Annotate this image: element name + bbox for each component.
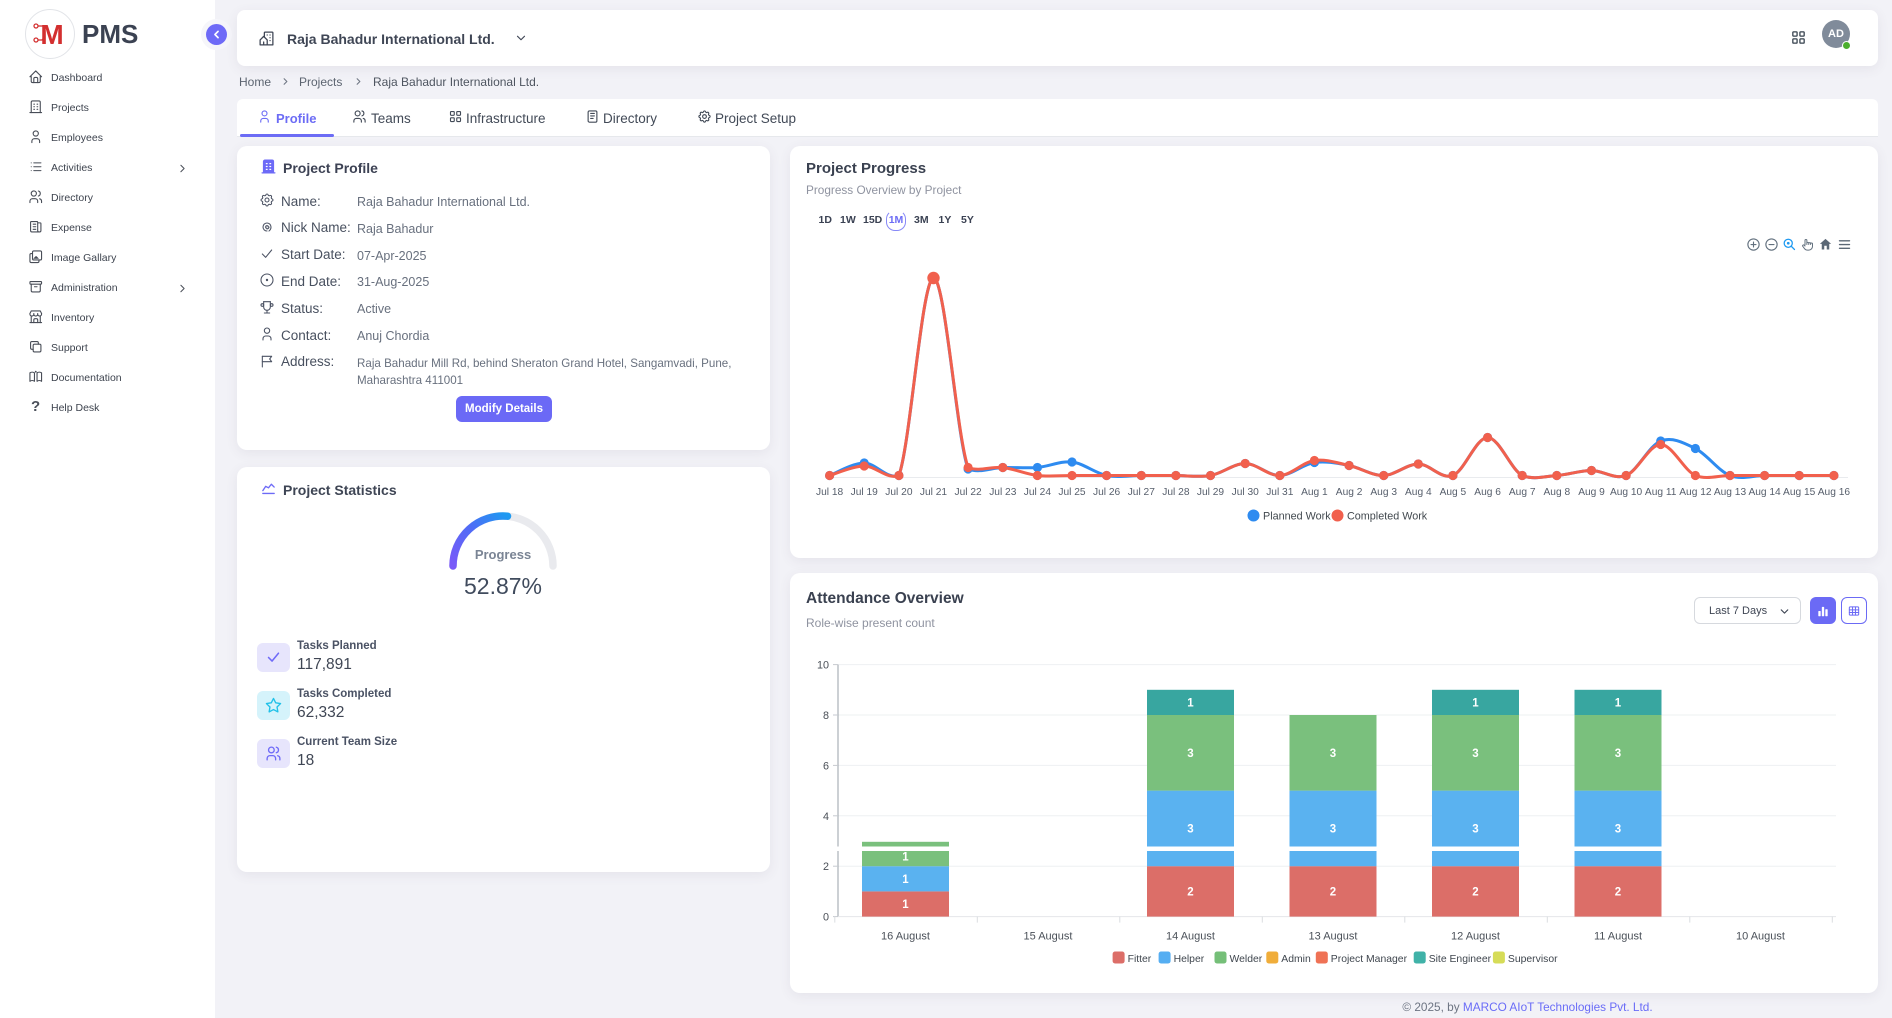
svg-text:3: 3 [1472, 823, 1478, 835]
svg-text:11 August: 11 August [1594, 931, 1642, 943]
svg-text:Aug 2: Aug 2 [1336, 487, 1363, 498]
svg-text:Supervisor: Supervisor [1508, 954, 1558, 965]
svg-text:10 August: 10 August [1736, 931, 1785, 943]
svg-text:Jul 29: Jul 29 [1197, 487, 1225, 498]
svg-text:3: 3 [1615, 748, 1621, 760]
svg-text:Helper: Helper [1174, 954, 1205, 965]
svg-text:Jul 28: Jul 28 [1162, 487, 1190, 498]
svg-text:Aug 1: Aug 1 [1301, 487, 1328, 498]
svg-text:Completed Work: Completed Work [1347, 511, 1428, 523]
svg-text:Jul 23: Jul 23 [989, 487, 1017, 498]
svg-text:Jul 22: Jul 22 [955, 487, 983, 498]
svg-text:4: 4 [823, 811, 829, 823]
svg-text:Aug 10: Aug 10 [1610, 487, 1643, 498]
svg-text:Jul 21: Jul 21 [920, 487, 948, 498]
svg-text:3: 3 [1330, 748, 1336, 760]
svg-text:12 August: 12 August [1451, 931, 1500, 943]
svg-text:6: 6 [823, 760, 829, 772]
svg-text:8: 8 [823, 710, 829, 722]
svg-text:2: 2 [1187, 886, 1193, 898]
svg-text:1: 1 [902, 852, 909, 864]
svg-text:2: 2 [823, 861, 829, 873]
svg-text:Aug 3: Aug 3 [1370, 487, 1397, 498]
svg-text:1: 1 [902, 899, 909, 911]
svg-text:Jul 30: Jul 30 [1232, 487, 1260, 498]
svg-text:3: 3 [1615, 823, 1621, 835]
svg-text:15 August: 15 August [1024, 931, 1073, 943]
svg-text:Jul 24: Jul 24 [1024, 487, 1052, 498]
svg-text:1: 1 [1187, 697, 1194, 709]
svg-text:Jul 20: Jul 20 [885, 487, 913, 498]
svg-text:16 August: 16 August [881, 931, 930, 943]
svg-text:Aug 4: Aug 4 [1405, 487, 1432, 498]
svg-text:Aug 15: Aug 15 [1783, 487, 1816, 498]
svg-text:10: 10 [817, 660, 829, 672]
svg-text:2: 2 [1330, 886, 1336, 898]
svg-text:0: 0 [823, 912, 829, 924]
svg-text:Project Manager: Project Manager [1331, 954, 1408, 965]
svg-text:Aug 13: Aug 13 [1714, 487, 1747, 498]
svg-text:Aug 12: Aug 12 [1679, 487, 1712, 498]
svg-text:M: M [40, 19, 63, 50]
svg-text:13 August: 13 August [1309, 931, 1358, 943]
svg-text:Jul 26: Jul 26 [1093, 487, 1121, 498]
svg-text:Site Engineer: Site Engineer [1429, 954, 1492, 965]
svg-text:3: 3 [1187, 823, 1193, 835]
svg-text:Jul 18: Jul 18 [816, 487, 844, 498]
svg-text:Aug 6: Aug 6 [1474, 487, 1501, 498]
svg-text:Planned Work: Planned Work [1263, 511, 1331, 523]
svg-text:Aug 7: Aug 7 [1509, 487, 1536, 498]
svg-text:3: 3 [1187, 748, 1193, 760]
svg-text:Jul 19: Jul 19 [851, 487, 879, 498]
svg-text:Admin: Admin [1281, 954, 1311, 965]
svg-text:Jul 25: Jul 25 [1058, 487, 1086, 498]
svg-text:Aug 8: Aug 8 [1543, 487, 1570, 498]
svg-text:1: 1 [902, 874, 909, 886]
svg-text:Aug 16: Aug 16 [1818, 487, 1851, 498]
svg-text:3: 3 [1330, 823, 1336, 835]
svg-text:Aug 14: Aug 14 [1748, 487, 1781, 498]
svg-text:Aug 11: Aug 11 [1645, 487, 1677, 498]
svg-text:Fitter: Fitter [1128, 954, 1152, 965]
svg-text:Jul 27: Jul 27 [1128, 487, 1156, 498]
svg-text:Aug 5: Aug 5 [1440, 487, 1467, 498]
svg-text:Aug 9: Aug 9 [1578, 487, 1605, 498]
svg-text:1: 1 [1615, 697, 1622, 709]
svg-text:Jul 31: Jul 31 [1266, 487, 1294, 498]
svg-text:14 August: 14 August [1166, 931, 1215, 943]
svg-text:2: 2 [1615, 886, 1621, 898]
svg-text:2: 2 [1472, 886, 1478, 898]
svg-text:3: 3 [1472, 748, 1478, 760]
svg-text:Welder: Welder [1230, 954, 1263, 965]
svg-text:1: 1 [1472, 697, 1479, 709]
